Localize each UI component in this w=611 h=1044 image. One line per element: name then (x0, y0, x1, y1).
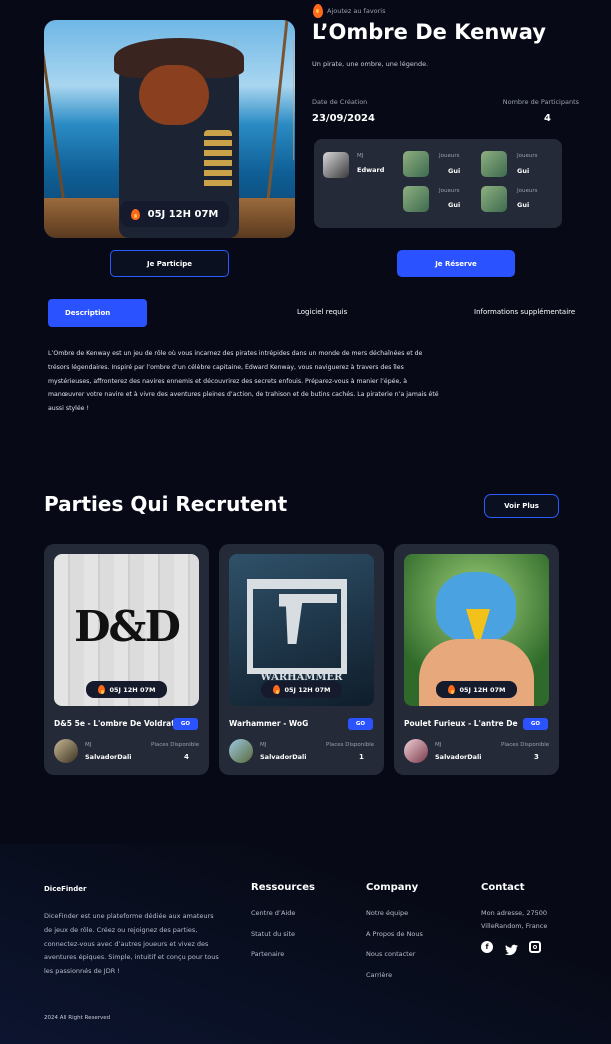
fire-icon (447, 685, 455, 694)
reserve-button[interactable]: Je Réserve (397, 250, 515, 277)
avatar (54, 739, 78, 763)
countdown-timer: 05J 12H 07M (436, 681, 517, 698)
footer-about: DiceFinder est une plateforme dédiée aux… (44, 912, 219, 976)
go-button[interactable]: GO (523, 718, 548, 730)
copyright: 2024 All Right Reserved (44, 1015, 111, 1021)
footer-link[interactable]: Notre équipe (366, 909, 408, 917)
tab-software[interactable]: Logiciel requis (297, 308, 347, 316)
footer-link[interactable]: Nous contacter (366, 950, 415, 958)
go-button[interactable]: GO (173, 718, 198, 730)
game-card[interactable]: D&D 05J 12H 07M D&5 5e - L'ombre De Vold… (44, 544, 209, 775)
facebook-icon[interactable]: f (481, 941, 493, 953)
footer-brand: DiceFinder (44, 885, 87, 893)
footer-link[interactable]: A Propos de Nous (366, 930, 423, 938)
avatar (403, 151, 429, 177)
card-title: D&5 5e - L'ombre De Voldrath (54, 719, 181, 728)
footer-link[interactable]: Centre d’Aide (251, 909, 295, 917)
avatar (481, 151, 507, 177)
countdown-timer: 05J 12H 07M (120, 201, 229, 227)
participants-label: Nombre de Participants (502, 98, 579, 106)
creation-date-label: Date de Création (312, 98, 368, 106)
fire-icon (130, 208, 140, 220)
fire-icon (272, 685, 280, 694)
footer-link[interactable]: Partenaire (251, 950, 284, 958)
tab-extra-info[interactable]: Informations supplémentaire (474, 308, 575, 316)
game-description: L’Ombre de Kenway est un jeu de rôle où … (48, 350, 439, 413)
dnd-logo: D&D (74, 602, 181, 651)
tab-description[interactable]: Description (48, 299, 147, 327)
avatar (404, 739, 428, 763)
countdown-timer: 05J 12H 07M (261, 681, 342, 698)
fire-icon (97, 685, 105, 694)
page-title: L’Ombre De Kenway (312, 20, 546, 44)
join-button[interactable]: Je Participe (110, 250, 229, 277)
instagram-icon[interactable] (529, 941, 541, 953)
favorite-toggle[interactable]: Ajoutez au favoris (313, 4, 386, 18)
avatar (229, 739, 253, 763)
participants-value: 4 (544, 113, 551, 124)
see-more-button[interactable]: Voir Plus (484, 494, 559, 518)
fire-icon (313, 4, 323, 18)
creation-date-value: 23/09/2024 (312, 113, 375, 124)
footer-company-title: Company (366, 882, 419, 893)
go-button[interactable]: GO (348, 718, 373, 730)
section-title: Parties Qui Recrutent (44, 492, 288, 516)
footer: DiceFinder DiceFinder est une plateforme… (0, 844, 611, 1044)
card-title: Poulet Furieux - L'antre Des Lo (404, 719, 518, 728)
avatar (323, 152, 349, 178)
participants-panel: MJ Edward Joueurs Gui Joueurs Gui Joueur… (314, 139, 562, 228)
countdown-timer: 05J 12H 07M (86, 681, 167, 698)
footer-link[interactable]: Statut du site (251, 930, 295, 938)
footer-link[interactable]: Carrière (366, 971, 392, 979)
avatar (481, 186, 507, 212)
mj-name: Edward (357, 166, 385, 174)
card-title: Warhammer - WoG (229, 719, 309, 728)
twitter-icon[interactable] (505, 941, 518, 956)
game-card[interactable]: 05J 12H 07M Poulet Furieux - L'antre Des… (394, 544, 559, 775)
footer-contact-title: Contact (481, 882, 525, 893)
game-card[interactable]: WARHAMMER 05J 12H 07M Warhammer - WoG GO… (219, 544, 384, 775)
footer-resources-title: Ressources (251, 882, 315, 893)
contact-address: Mon adresse, 27500 (481, 909, 547, 917)
avatar (403, 186, 429, 212)
contact-city: VilleRandom, France (481, 922, 548, 930)
game-tagline: Un pirate, une ombre, une légende. (312, 60, 429, 68)
